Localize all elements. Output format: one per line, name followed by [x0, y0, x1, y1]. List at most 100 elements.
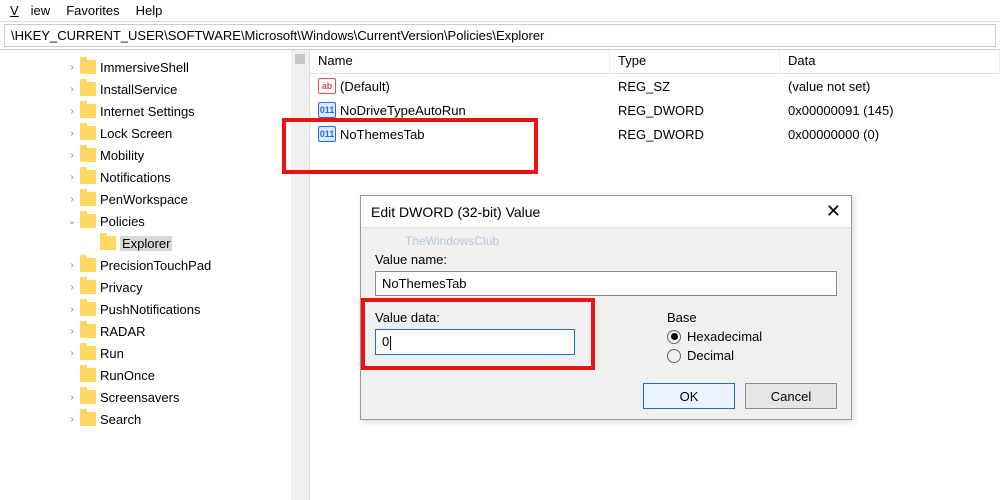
value-data-cell: 0x00000000 (0)	[780, 127, 1000, 142]
tree-item-mobility[interactable]: ›Mobility	[8, 144, 309, 166]
value-data-label: Value data:	[375, 310, 647, 325]
chevron-right-icon[interactable]: ›	[66, 304, 78, 315]
value-row[interactable]: 011NoThemesTabREG_DWORD0x00000000 (0)	[310, 122, 1000, 146]
folder-icon	[80, 368, 96, 382]
tree-item-privacy[interactable]: ›Privacy	[8, 276, 309, 298]
tree-item-label: PrecisionTouchPad	[100, 258, 211, 273]
chevron-right-icon[interactable]: ›	[66, 106, 78, 117]
value-type-cell: REG_SZ	[610, 79, 780, 94]
chevron-right-icon[interactable]: ›	[66, 194, 78, 205]
tree-item-label: Screensavers	[100, 390, 179, 405]
tree-item-explorer[interactable]: Explorer	[8, 232, 309, 254]
tree-item-precisiontouchpad[interactable]: › PrecisionTouchPad	[8, 254, 309, 276]
tree-item-label: Search	[100, 412, 141, 427]
value-name-cell: NoDriveTypeAutoRun	[340, 103, 466, 118]
edit-dword-dialog: Edit DWORD (32-bit) Value ✕ TheWindowsCl…	[360, 195, 852, 420]
tree-item-label: Notifications	[100, 170, 171, 185]
tree-item-label: Explorer	[120, 236, 172, 251]
tree-item-label: Policies	[100, 214, 145, 229]
list-header: Name Type Data	[310, 50, 1000, 74]
col-header-type[interactable]: Type	[610, 50, 780, 73]
tree-item-penworkspace[interactable]: ›PenWorkspace	[8, 188, 309, 210]
tree-item-label: Run	[100, 346, 124, 361]
tree-item-policies[interactable]: ⌄ Policies	[8, 210, 309, 232]
value-type-cell: REG_DWORD	[610, 127, 780, 142]
tree-item-notifications[interactable]: › Notifications	[8, 166, 309, 188]
folder-icon	[80, 214, 96, 228]
chevron-right-icon[interactable]: ›	[66, 414, 78, 425]
menu-bar: View Favorites Help	[0, 0, 1000, 22]
folder-icon	[80, 170, 96, 184]
reg-dword-icon: 011	[318, 102, 336, 118]
value-type-cell: REG_DWORD	[610, 103, 780, 118]
tree-item-pushnotifications[interactable]: › PushNotifications	[8, 298, 309, 320]
value-name-cell: (Default)	[340, 79, 390, 94]
address-bar: \HKEY_CURRENT_USER\SOFTWARE\Microsoft\Wi…	[0, 22, 1000, 50]
folder-icon	[100, 236, 116, 250]
tree-item-label: RADAR	[100, 324, 146, 339]
folder-icon	[80, 280, 96, 294]
folder-icon	[80, 390, 96, 404]
tree-item-screensavers[interactable]: › Screensavers	[8, 386, 309, 408]
tree-item-immersiveshell[interactable]: ›ImmersiveShell	[8, 56, 309, 78]
value-row[interactable]: 011 NoDriveTypeAutoRun REG_DWORD0x00000091…	[310, 98, 1000, 122]
value-name-field[interactable]: NoThemesTab	[375, 271, 837, 296]
folder-icon	[80, 104, 96, 118]
value-name-label: Value name:	[375, 252, 837, 267]
menu-help[interactable]: Help	[130, 1, 169, 20]
folder-icon	[80, 148, 96, 162]
radio-dot-icon	[667, 330, 681, 344]
address-path[interactable]: \HKEY_CURRENT_USER\SOFTWARE\Microsoft\Wi…	[4, 24, 996, 47]
chevron-right-icon[interactable]: ›	[66, 282, 78, 293]
value-name-cell: NoThemesTab	[340, 127, 425, 142]
folder-icon	[80, 60, 96, 74]
tree-item-label: RunOnce	[100, 368, 155, 383]
folder-icon	[80, 126, 96, 140]
watermark-text: TheWindowsClub	[375, 234, 837, 248]
radio-decimal[interactable]: Decimal	[667, 348, 837, 363]
base-group-label: Base	[667, 310, 837, 325]
chevron-right-icon[interactable]: ›	[66, 326, 78, 337]
folder-icon	[80, 82, 96, 96]
folder-icon	[80, 302, 96, 316]
chevron-right-icon[interactable]: ›	[66, 392, 78, 403]
col-header-name[interactable]: Name	[310, 50, 610, 73]
tree-item-search[interactable]: › Search	[8, 408, 309, 430]
tree-item-label: InstallService	[100, 82, 177, 97]
folder-icon	[80, 346, 96, 360]
tree-item-radar[interactable]: › RADAR	[8, 320, 309, 342]
radio-hexadecimal[interactable]: Hexadecimal	[667, 329, 837, 344]
chevron-right-icon[interactable]: ›	[66, 84, 78, 95]
col-header-data[interactable]: Data	[780, 50, 1000, 73]
menu-favorites[interactable]: Favorites	[60, 1, 125, 20]
chevron-right-icon[interactable]: ›	[66, 128, 78, 139]
chevron-right-icon[interactable]: ›	[66, 150, 78, 161]
value-data-field[interactable]: 0	[375, 329, 575, 355]
folder-icon	[80, 412, 96, 426]
tree-item-label: PushNotifications	[100, 302, 200, 317]
value-row[interactable]: ab (Default) REG_SZ(value not set)	[310, 74, 1000, 98]
chevron-right-icon[interactable]: ›	[66, 62, 78, 73]
tree-item-installservice[interactable]: › InstallService	[8, 78, 309, 100]
tree-item-runonce[interactable]: RunOnce	[8, 364, 309, 386]
tree-pane: ›ImmersiveShell›InstallService›Internet …	[0, 50, 310, 500]
tree-scrollbar[interactable]	[291, 50, 309, 500]
chevron-right-icon[interactable]: ›	[66, 348, 78, 359]
tree-item-label: Internet Settings	[100, 104, 195, 119]
value-data-cell: (value not set)	[780, 79, 1000, 94]
chevron-right-icon[interactable]: ›	[66, 172, 78, 183]
tree-item-internet-settings[interactable]: › Internet Settings	[8, 100, 309, 122]
value-data-cell: 0x00000091 (145)	[780, 103, 1000, 118]
reg-sz-icon: ab	[318, 78, 336, 94]
ok-button[interactable]: OK	[643, 383, 735, 409]
menu-view[interactable]: View	[4, 1, 56, 20]
folder-icon	[80, 192, 96, 206]
folder-icon	[80, 324, 96, 338]
close-icon[interactable]: ✕	[826, 201, 841, 222]
tree-item-run[interactable]: › Run	[8, 342, 309, 364]
chevron-right-icon[interactable]: ›	[66, 260, 78, 271]
folder-icon	[80, 258, 96, 272]
cancel-button[interactable]: Cancel	[745, 383, 837, 409]
chevron-down-icon[interactable]: ⌄	[66, 216, 78, 227]
tree-item-lock-screen[interactable]: ›Lock Screen	[8, 122, 309, 144]
